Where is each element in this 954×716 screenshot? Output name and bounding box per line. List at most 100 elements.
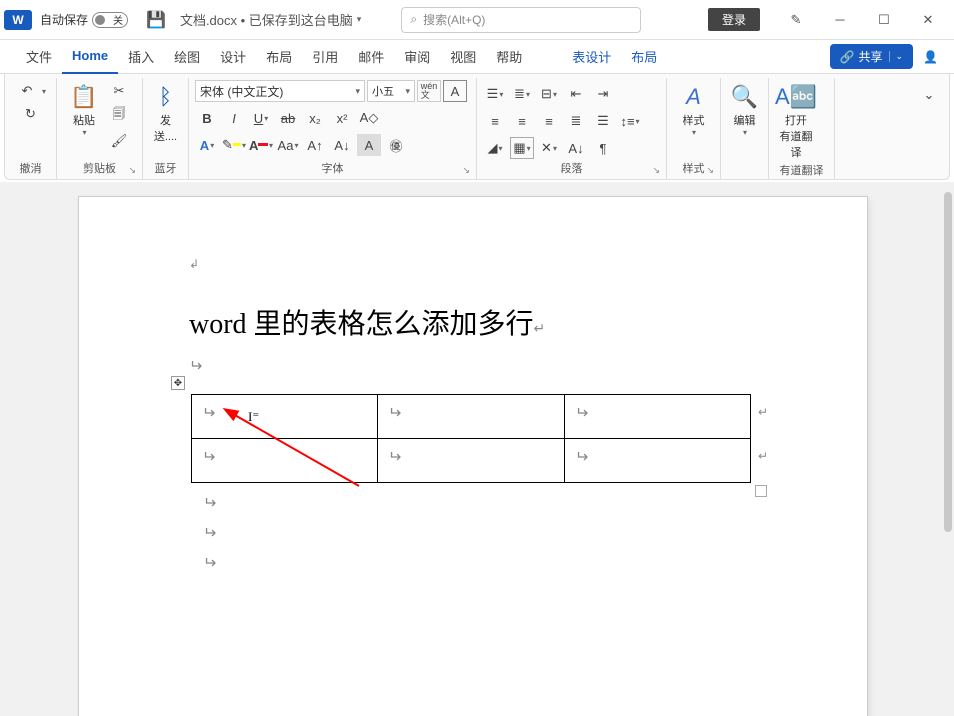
table-cell[interactable]: ↵ [378, 439, 564, 483]
youdao-translate-button[interactable]: A🔤 打开 有道翻译 [775, 80, 817, 162]
tab-file[interactable]: 文件 [16, 40, 62, 74]
cut-button[interactable]: ✂ [107, 80, 131, 102]
document-title[interactable]: 文档.docx • 已保存到这台电脑 [180, 10, 353, 29]
dialog-launcher-icon[interactable]: ↘ [462, 165, 470, 176]
distributed-button[interactable]: ☰ [591, 110, 615, 132]
highlight-button[interactable]: ✎▾ [222, 134, 246, 156]
clear-formatting-button[interactable]: A◇ [357, 107, 381, 129]
multilevel-list-button[interactable]: ⊟▾ [537, 83, 561, 105]
title-dropdown-icon[interactable]: ▾ [357, 14, 362, 25]
save-icon[interactable]: 💾 [146, 10, 166, 30]
character-shading-button[interactable]: A [357, 134, 381, 156]
table-move-handle-icon[interactable]: ✥ [171, 376, 185, 390]
font-color-button[interactable]: A▾ [249, 134, 273, 156]
search-placeholder: 搜索(Alt+Q) [423, 11, 485, 28]
underline-button[interactable]: U▾ [249, 107, 273, 129]
subscript-button[interactable]: x₂ [303, 107, 327, 129]
borders-button[interactable]: ▦▾ [510, 137, 534, 159]
tab-mailings[interactable]: 邮件 [348, 40, 394, 74]
phonetic-guide-button[interactable]: wén文 [417, 80, 441, 102]
styles-button[interactable]: A 样式 ▾ [673, 80, 714, 139]
justify-button[interactable]: ≣ [564, 110, 588, 132]
tab-draw[interactable]: 绘图 [164, 40, 210, 74]
tab-home[interactable]: Home [62, 40, 118, 74]
table-cell[interactable]: ↵ [378, 395, 564, 439]
login-button[interactable]: 登录 [708, 8, 760, 31]
tab-table-layout[interactable]: 布局 [621, 47, 667, 66]
sort-button[interactable]: A↓ [564, 137, 588, 159]
paragraph-mark: ↵ [203, 493, 216, 513]
tab-review[interactable]: 审阅 [394, 40, 440, 74]
tab-layout[interactable]: 布局 [256, 40, 302, 74]
align-left-button[interactable]: ≡ [483, 110, 507, 132]
align-right-button[interactable]: ≡ [537, 110, 561, 132]
group-font-label: 字体 [322, 160, 344, 176]
share-button[interactable]: 🔗 共享 ⌄ [830, 44, 914, 69]
increase-indent-button[interactable]: ⇥ [591, 83, 615, 105]
tab-table-design[interactable]: 表设计 [562, 47, 621, 66]
dialog-launcher-icon[interactable]: ↘ [652, 165, 660, 176]
strikethrough-button[interactable]: ab [276, 107, 300, 129]
group-editing-label [727, 159, 762, 177]
line-spacing-button[interactable]: ↕≡▾ [618, 110, 642, 132]
font-size-combo[interactable]: 小五 ▾ [367, 80, 415, 102]
shading-button[interactable]: ◢▾ [483, 137, 507, 159]
dialog-launcher-icon[interactable]: ↘ [706, 165, 714, 176]
editing-button[interactable]: 🔍 编辑 ▾ [727, 80, 762, 139]
coming-soon-icon[interactable]: ✎ [774, 4, 818, 36]
grow-font-button[interactable]: A↑ [303, 134, 327, 156]
autosave-toggle[interactable]: 关 [92, 12, 128, 28]
character-border-button[interactable]: A [443, 80, 467, 102]
vertical-scrollbar[interactable] [944, 192, 952, 532]
table-resize-handle-icon[interactable] [755, 485, 767, 497]
close-button[interactable]: ✕ [906, 4, 950, 36]
shrink-font-button[interactable]: A↓ [330, 134, 354, 156]
paragraph-mark: ↲ [189, 257, 757, 272]
translate-icon: A🔤 [775, 82, 817, 112]
document-area: ↲ word 里的表格怎么添加多行↵ ↵ ✥ ↵ I⁼ ↵ ↵↵ ↵ [0, 182, 954, 716]
change-case-button[interactable]: Aa▾ [276, 134, 300, 156]
maximize-button[interactable]: ☐ [862, 4, 906, 36]
superscript-button[interactable]: x² [330, 107, 354, 129]
minimize-button[interactable]: ─ [818, 4, 862, 36]
dialog-launcher-icon[interactable]: ↘ [128, 165, 136, 176]
chevron-down-icon: ▾ [355, 86, 360, 97]
show-marks-button[interactable]: ¶ [591, 137, 615, 159]
tab-insert[interactable]: 插入 [118, 40, 164, 74]
decrease-indent-button[interactable]: ⇤ [564, 83, 588, 105]
chevron-down-icon: ▾ [82, 128, 86, 137]
font-name-combo[interactable]: 宋体 (中文正文) ▾ [195, 80, 365, 102]
search-input[interactable]: ⌕ 搜索(Alt+Q) [401, 7, 641, 33]
tab-help[interactable]: 帮助 [486, 40, 532, 74]
numbering-button[interactable]: ≣▾ [510, 83, 534, 105]
italic-button[interactable]: I [222, 107, 246, 129]
tab-references[interactable]: 引用 [302, 40, 348, 74]
align-center-button[interactable]: ≡ [510, 110, 534, 132]
table-cell[interactable]: ↵↵ [564, 439, 750, 483]
document-page[interactable]: ↲ word 里的表格怎么添加多行↵ ↵ ✥ ↵ I⁼ ↵ ↵↵ ↵ [78, 196, 868, 716]
tab-design[interactable]: 设计 [210, 40, 256, 74]
bold-button[interactable]: B [195, 107, 219, 129]
table-cell[interactable]: ↵↵ [564, 395, 750, 439]
redo-button[interactable]: ↻ [19, 103, 43, 125]
enclose-characters-button[interactable]: ㊝ [384, 134, 408, 156]
group-youdao-label: 有道翻译 [775, 162, 828, 178]
share-icon: 🔗 [840, 50, 855, 64]
format-painter-button[interactable]: 🖌 [107, 130, 131, 152]
undo-dropdown-icon[interactable]: ▾ [42, 87, 46, 96]
font-name-value: 宋体 (中文正文) [200, 83, 283, 100]
title-bar: W 自动保存 关 💾 文档.docx • 已保存到这台电脑 ▾ ⌕ 搜索(Alt… [0, 0, 954, 40]
undo-button[interactable]: ↶ [15, 80, 39, 102]
bluetooth-send-button[interactable]: ᛒ 发送.... [149, 80, 182, 146]
chevron-down-icon: ▾ [405, 86, 410, 97]
copy-button[interactable]: 🗐 [107, 105, 131, 127]
account-icon[interactable]: 👤 [923, 50, 938, 64]
ribbon-options-icon[interactable]: ⌄ [917, 84, 941, 106]
asian-layout-button[interactable]: ✕▾ [537, 137, 561, 159]
paste-button[interactable]: 📋 粘贴 ▾ [63, 80, 105, 139]
bullets-button[interactable]: ☰▾ [483, 83, 507, 105]
text-effects-button[interactable]: A▾ [195, 134, 219, 156]
group-styles-label: 样式 [683, 160, 705, 176]
tab-view[interactable]: 视图 [440, 40, 486, 74]
bluetooth-icon: ᛒ [159, 82, 172, 112]
